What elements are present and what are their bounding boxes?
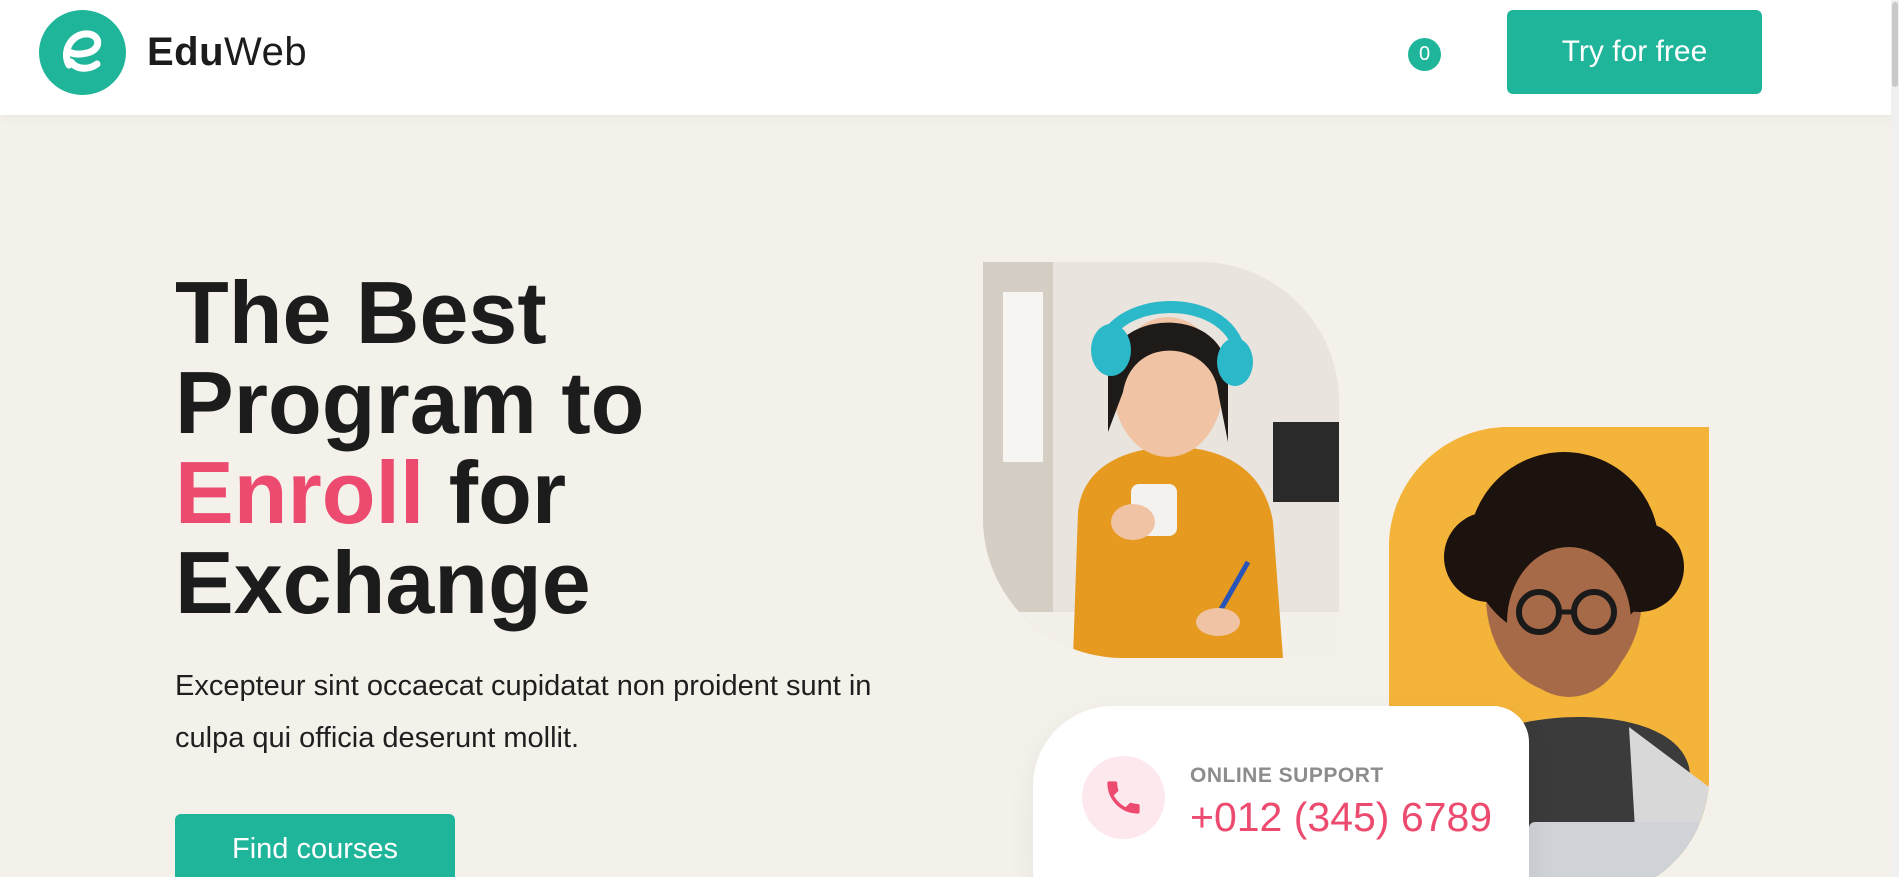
hero-title-line1: The Best <box>175 263 547 362</box>
logo-wordmark[interactable]: EduWeb <box>147 30 307 75</box>
hero-title-line2: Program to <box>175 353 645 452</box>
site-header: EduWeb 0 Try for free <box>0 0 1899 115</box>
scrollbar-thumb[interactable] <box>1892 2 1898 87</box>
hero-title-accent: Enroll <box>175 443 425 542</box>
logo-icon[interactable] <box>39 10 126 95</box>
hero-title-line4: Exchange <box>175 533 591 632</box>
support-label: ONLINE SUPPORT <box>1190 764 1384 787</box>
online-support-card: ONLINE SUPPORT +012 (345) 6789 <box>1033 706 1529 877</box>
hero-description: Excepteur sint occaecat cupidatat non pr… <box>175 670 872 754</box>
page-scrollbar[interactable] <box>1891 0 1899 877</box>
student-photo-headphones <box>983 262 1339 658</box>
try-for-free-button[interactable]: Try for free <box>1507 10 1762 94</box>
hero-title: The Best Program to Enroll for Exchange <box>175 268 875 628</box>
phone-icon[interactable] <box>1082 756 1165 839</box>
cart-count-badge[interactable]: 0 <box>1408 38 1441 71</box>
find-courses-button[interactable]: Find courses <box>175 814 455 877</box>
logo-wordmark-bold: Edu <box>147 30 225 74</box>
support-phone-number[interactable]: +012 (345) 6789 <box>1190 794 1492 841</box>
hero-title-line3: for <box>424 443 567 542</box>
logo-wordmark-light: Web <box>224 30 308 74</box>
